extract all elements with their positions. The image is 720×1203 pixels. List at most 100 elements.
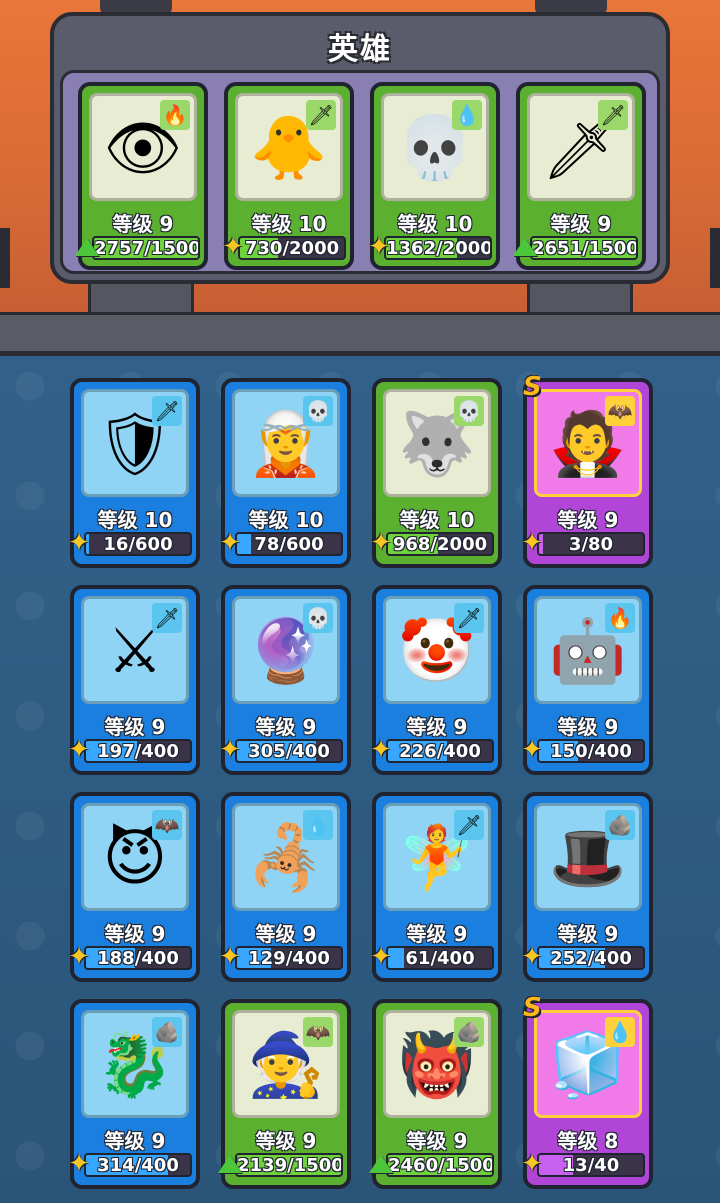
progress-text: 1362/2000 — [386, 238, 492, 259]
sword-icon: 🗡 — [306, 100, 336, 130]
puzzle-piece-icon: ✦ — [521, 528, 543, 558]
progress-text: 188/400 — [97, 948, 179, 969]
level-label: 等级 9 — [557, 922, 619, 946]
shard-progress-bar: 226/400 — [386, 739, 494, 763]
progress-text: 61/400 — [405, 948, 475, 969]
hero-card[interactable]: 🧊 💧 等级 8 13/40 ✦ S — [521, 993, 653, 1189]
puzzle-piece-icon: ✦ — [222, 232, 244, 262]
shard-progress-bar: 305/400 — [235, 739, 343, 763]
fire-icon: 🔥 — [160, 100, 190, 130]
hero-card[interactable]: 🐺 💀 等级 10 968/2000 ✦ — [370, 378, 502, 568]
side-stub-right — [710, 228, 720, 288]
hero-portrait: 👁 🔥 — [89, 93, 197, 201]
upgrade-arrow-icon — [213, 1147, 247, 1181]
progress-text: 2757/1500 — [94, 238, 200, 259]
hero-card[interactable]: 😈 🦇 等级 9 188/400 ✦ — [68, 792, 200, 982]
rank-badge: S — [523, 372, 542, 402]
level-label: 等级 9 — [104, 715, 166, 739]
progress-text: 129/400 — [248, 948, 330, 969]
puzzle-piece-icon: ✦ — [521, 735, 543, 765]
level-label: 等级 9 — [557, 508, 619, 532]
shard-progress-bar: 1362/2000 — [384, 236, 492, 260]
skull-icon: 💀 — [454, 396, 484, 426]
upgrade-arrow-icon — [70, 230, 104, 264]
level-label: 等级 9 — [112, 212, 174, 236]
level-label: 等级 9 — [255, 922, 317, 946]
shard-progress-bar: 13/40 — [537, 1153, 645, 1177]
rock-icon: 🪨 — [152, 1017, 182, 1047]
bat-icon: 🦇 — [152, 810, 182, 840]
hero-card[interactable]: 🧚 🗡 等级 9 61/400 ✦ — [370, 792, 502, 982]
hero-card[interactable]: 🔮 💀 等级 9 305/400 ✦ — [219, 585, 351, 775]
skull-icon: 💀 — [303, 603, 333, 633]
progress-text: 730/2000 — [244, 238, 340, 259]
hero-card[interactable]: 🦂 💧 等级 9 129/400 ✦ — [219, 792, 351, 982]
level-label: 等级 8 — [557, 1129, 619, 1153]
level-label: 等级 9 — [255, 1129, 317, 1153]
hero-card[interactable]: 🐉 🪨 等级 9 314/400 ✦ — [68, 999, 200, 1189]
upgrade-arrow-icon — [508, 230, 542, 264]
shard-progress-bar: 2757/1500 — [92, 236, 200, 260]
level-label: 等级 10 — [399, 508, 475, 532]
shard-progress-bar: 150/400 — [537, 739, 645, 763]
shard-progress-bar: 968/2000 — [386, 532, 494, 556]
hero-portrait: 🤖 🔥 — [534, 596, 642, 704]
progress-text: 968/2000 — [392, 534, 488, 555]
level-label: 等级 9 — [104, 1129, 166, 1153]
hero-card[interactable]: 🎩 🪨 等级 9 252/400 ✦ — [521, 792, 653, 982]
hero-card[interactable]: 🤡 🗡 等级 9 226/400 ✦ — [370, 585, 502, 775]
progress-text: 16/600 — [103, 534, 173, 555]
fire-icon: 🔥 — [605, 603, 635, 633]
hero-portrait: 🎩 🪨 — [534, 803, 642, 911]
shard-progress-bar: 2139/1500 — [235, 1153, 343, 1177]
hero-card[interactable]: ⚔ 🗡 等级 9 197/400 ✦ — [68, 585, 200, 775]
hero-portrait: ⚔ 🗡 — [81, 596, 189, 704]
puzzle-piece-icon: ✦ — [68, 528, 90, 558]
hero-portrait: 🤡 🗡 — [383, 596, 491, 704]
shard-progress-bar: 16/600 — [84, 532, 192, 556]
hero-card[interactable]: 👹 🪨 等级 9 2460/1500 — [369, 999, 502, 1189]
shard-progress-bar: 252/400 — [537, 946, 645, 970]
puzzle-piece-icon: ✦ — [219, 942, 241, 972]
level-label: 等级 9 — [557, 715, 619, 739]
hero-card[interactable]: 🐥 🗡 等级 10 730/2000 ✦ — [222, 82, 354, 270]
hero-card[interactable]: 🗡 🗡 等级 9 2651/1500 — [513, 82, 646, 270]
progress-text: 305/400 — [248, 741, 330, 762]
progress-text: 2139/1500 — [237, 1155, 343, 1176]
hero-card[interactable]: 💀 💧 等级 10 1362/2000 ✦ — [368, 82, 500, 270]
level-label: 等级 10 — [397, 212, 473, 236]
progress-text: 314/400 — [97, 1155, 179, 1176]
hero-portrait: 🔮 💀 — [232, 596, 340, 704]
progress-text: 2651/1500 — [532, 238, 638, 259]
level-label: 等级 9 — [104, 922, 166, 946]
shard-progress-bar: 2460/1500 — [386, 1153, 494, 1177]
level-label: 等级 9 — [255, 715, 317, 739]
hero-card[interactable]: 🧝 💀 等级 10 78/600 ✦ — [219, 378, 351, 568]
hero-card[interactable]: 🤖 🔥 等级 9 150/400 ✦ — [521, 585, 653, 775]
hero-portrait: 🐉 🪨 — [81, 1010, 189, 1118]
hero-card[interactable]: 🧛 🦇 等级 9 3/80 ✦ S — [521, 372, 653, 568]
puzzle-piece-icon: ✦ — [68, 942, 90, 972]
shard-progress-bar: 730/2000 — [238, 236, 346, 260]
hero-portrait: 🧚 🗡 — [383, 803, 491, 911]
puzzle-piece-icon: ✦ — [368, 232, 390, 262]
hero-card[interactable]: 👁 🔥 等级 9 2757/1500 — [75, 82, 208, 270]
hero-portrait: 🐺 💀 — [383, 389, 491, 497]
puzzle-piece-icon: ✦ — [219, 528, 241, 558]
hero-card[interactable]: 🛡 🗡 等级 10 16/600 ✦ — [68, 378, 200, 568]
progress-text: 3/80 — [568, 534, 614, 555]
level-label: 等级 9 — [406, 922, 468, 946]
skull-icon: 💀 — [303, 396, 333, 426]
hero-card[interactable]: 🧙 🦇 等级 9 2139/1500 — [218, 999, 351, 1189]
rock-icon: 🪨 — [605, 810, 635, 840]
bat-icon: 🦇 — [303, 1017, 333, 1047]
progress-text: 78/600 — [254, 534, 324, 555]
sword-icon: 🗡 — [152, 603, 182, 633]
level-label: 等级 10 — [251, 212, 327, 236]
hero-portrait: 🗡 🗡 — [527, 93, 635, 201]
sword-icon: 🗡 — [598, 100, 628, 130]
upgrade-arrow-icon — [364, 1147, 398, 1181]
sword-icon: 🗡 — [454, 810, 484, 840]
panel-leg-left — [88, 280, 194, 316]
puzzle-piece-icon: ✦ — [521, 942, 543, 972]
